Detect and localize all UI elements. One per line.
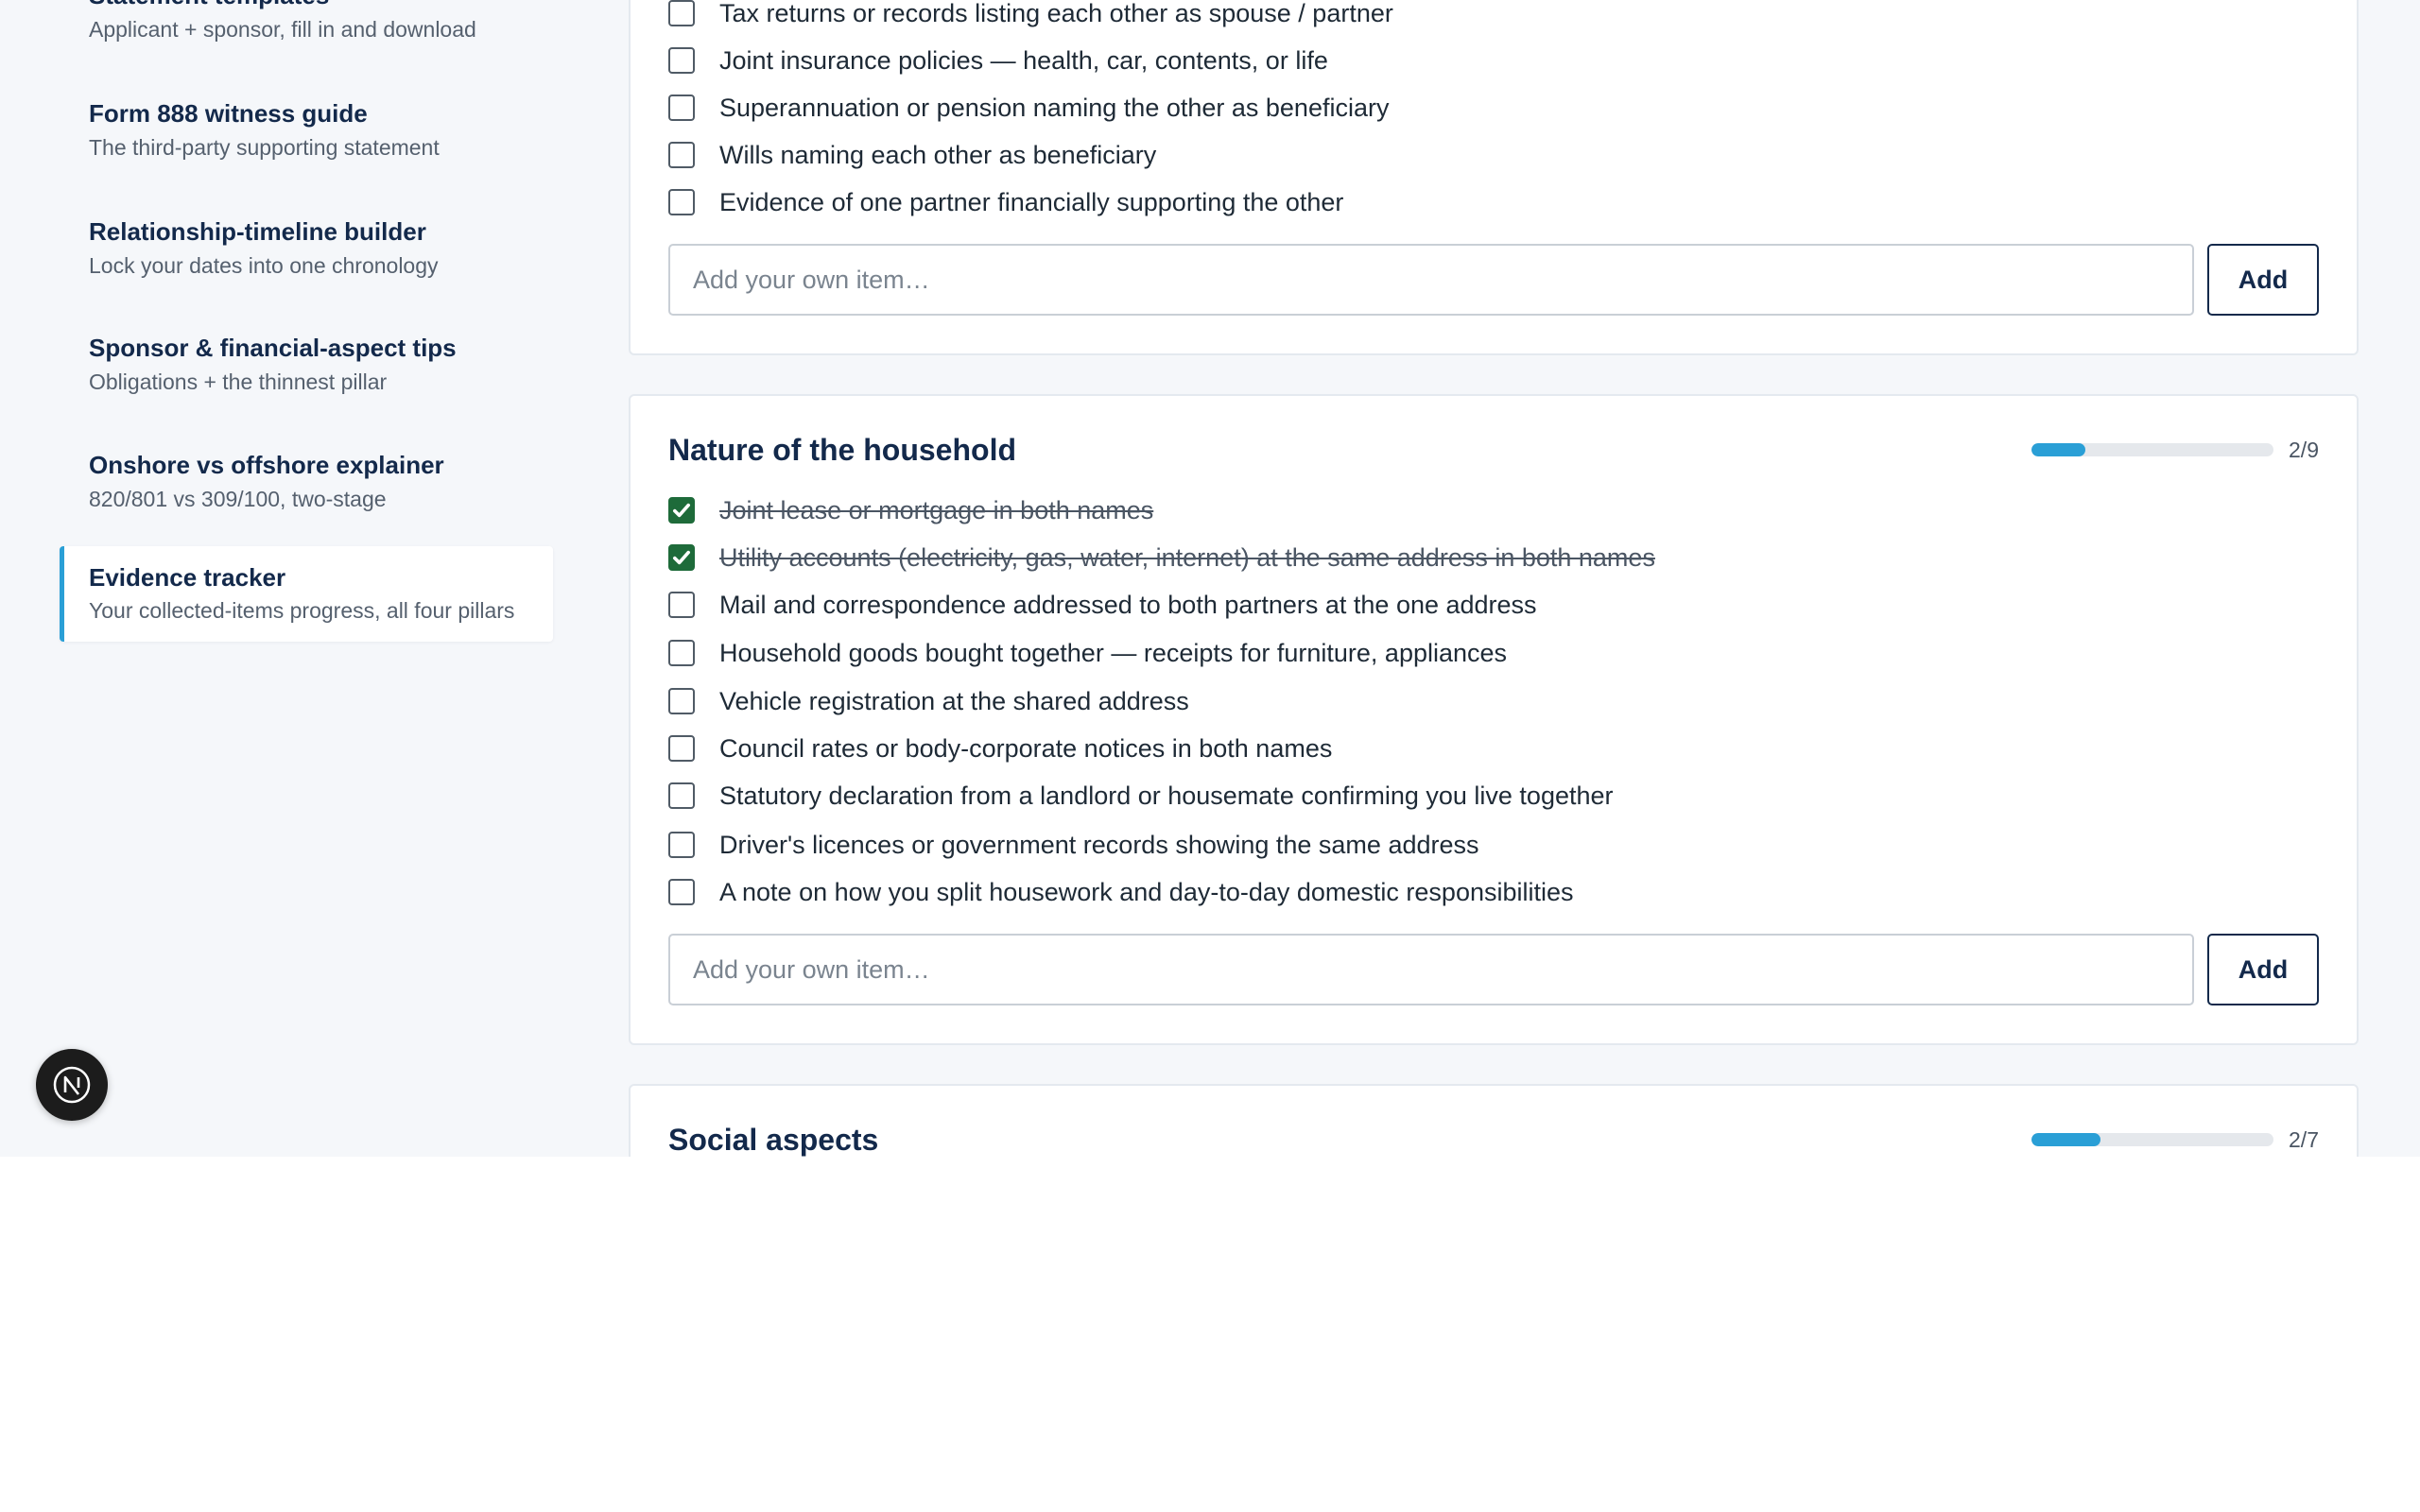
progress-fill (2031, 443, 2085, 456)
evidence-item[interactable]: Evidence of one partner financially supp… (668, 186, 1343, 218)
sidebar-item-title: Relationship-timeline builder (89, 217, 426, 246)
sidebar-item-subtitle: Lock your dates into one chronology (89, 253, 439, 278)
add-item-row: Add (668, 244, 2319, 316)
evidence-item-label: Mail and correspondence addressed to bot… (719, 590, 1537, 619)
evidence-item-label: Tax returns or records listing each othe… (719, 0, 1393, 27)
section-title: Nature of the household (668, 433, 1016, 467)
sidebar-item-subtitle: The third-party supporting statement (89, 135, 440, 160)
sidebar-item-onshore-offshore[interactable]: Onshore vs offshore explainer 820/801 vs… (60, 449, 553, 515)
evidence-item[interactable]: Utility accounts (electricity, gas, wate… (668, 541, 1655, 574)
checkbox[interactable] (668, 592, 695, 618)
progress-track (2031, 1133, 2274, 1146)
page-viewport: Statement templates Applicant + sponsor,… (0, 0, 2420, 1157)
add-item-button[interactable]: Add (2207, 244, 2319, 316)
nextjs-logo-icon (53, 1066, 91, 1104)
evidence-item[interactable]: Tax returns or records listing each othe… (668, 0, 1393, 29)
evidence-item[interactable]: Wills naming each other as beneficiary (668, 139, 1156, 171)
sidebar-item-subtitle: Applicant + sponsor, fill in and downloa… (89, 17, 476, 42)
evidence-item-label: Wills naming each other as beneficiary (719, 140, 1157, 169)
section-title: Social aspects (668, 1123, 879, 1157)
evidence-item-label: Superannuation or pension naming the oth… (719, 93, 1390, 122)
sidebar-item-sponsor-tips[interactable]: Sponsor & financial-aspect tips Obligati… (60, 332, 553, 398)
sidebar-item-title: Statement templates (89, 0, 553, 11)
checkbox[interactable] (668, 189, 695, 215)
evidence-item-label: Council rates or body-corporate notices … (719, 733, 1333, 763)
checkbox[interactable] (668, 142, 695, 168)
sidebar-item-subtitle: Obligations + the thinnest pillar (89, 369, 388, 394)
evidence-item-label: Driver's licences or government records … (719, 830, 1479, 859)
evidence-item[interactable]: Statutory declaration from a landlord or… (668, 780, 1614, 812)
section-progress: 2/9 (2031, 434, 2319, 466)
checkbox[interactable] (668, 735, 695, 762)
section-progress: 2/7 (2031, 1124, 2319, 1156)
add-item-row: Add (668, 934, 2319, 1005)
checkbox[interactable] (668, 497, 695, 524)
evidence-item[interactable]: Driver's licences or government records … (668, 829, 1479, 861)
evidence-item-label: Household goods bought together — receip… (719, 638, 1508, 667)
add-item-button[interactable]: Add (2207, 934, 2319, 1005)
evidence-item[interactable]: Vehicle registration at the shared addre… (668, 685, 1189, 717)
evidence-item[interactable]: Joint lease or mortgage in both names (668, 494, 1153, 526)
household-section-card: Nature of the household 2/9 Add Joint le… (629, 394, 2359, 1045)
checkmark-icon (673, 550, 690, 565)
sidebar-item-evidence-tracker[interactable]: Evidence tracker Your collected-items pr… (60, 546, 553, 642)
evidence-item[interactable]: Mail and correspondence addressed to bot… (668, 589, 1537, 621)
checkbox[interactable] (668, 0, 695, 26)
evidence-item-label: Evidence of one partner financially supp… (719, 187, 1344, 216)
financial-section-card: Tax returns or records listing each othe… (629, 0, 2359, 355)
evidence-item[interactable]: A note on how you split housework and da… (668, 876, 1574, 908)
sidebar-item-subtitle: Your collected-items progress, all four … (89, 598, 515, 623)
checkbox[interactable] (668, 782, 695, 809)
evidence-item-label: Joint insurance policies — health, car, … (719, 45, 1328, 75)
checkbox[interactable] (668, 879, 695, 905)
sidebar-item-title: Onshore vs offshore explainer (89, 451, 444, 479)
add-item-input[interactable] (668, 934, 2194, 1005)
evidence-item[interactable]: Joint insurance policies — health, car, … (668, 44, 1328, 77)
evidence-item[interactable]: Council rates or body-corporate notices … (668, 732, 1332, 765)
evidence-item-label: Statutory declaration from a landlord or… (719, 781, 1614, 810)
progress-count: 2/7 (2289, 1126, 2319, 1152)
sidebar-item-title: Sponsor & financial-aspect tips (89, 334, 457, 362)
sidebar-item-timeline-builder[interactable]: Relationship-timeline builder Lock your … (60, 215, 553, 282)
social-section-card: Social aspects 2/7 (629, 1084, 2359, 1157)
sidebar-item-form-888-guide[interactable]: Form 888 witness guide The third-party s… (60, 97, 553, 163)
sidebar-item-subtitle: 820/801 vs 309/100, two-stage (89, 487, 387, 511)
sidebar-item-statement-templates[interactable]: Statement templates Applicant + sponsor,… (60, 0, 553, 45)
progress-fill (2031, 1133, 2101, 1146)
checkbox[interactable] (668, 640, 695, 666)
checkbox[interactable] (668, 94, 695, 121)
checkbox[interactable] (668, 544, 695, 571)
sidebar-item-title: Form 888 witness guide (89, 99, 368, 128)
sidebar-item-title: Evidence tracker (89, 563, 286, 592)
evidence-item-label: Joint lease or mortgage in both names (719, 495, 1154, 524)
checkbox[interactable] (668, 832, 695, 858)
evidence-item-label: Utility accounts (electricity, gas, wate… (719, 542, 1655, 572)
evidence-item-label: A note on how you split housework and da… (719, 877, 1574, 906)
checkbox[interactable] (668, 47, 695, 74)
evidence-item-label: Vehicle registration at the shared addre… (719, 686, 1189, 715)
add-item-input[interactable] (668, 244, 2194, 316)
evidence-item[interactable]: Superannuation or pension naming the oth… (668, 92, 1389, 124)
evidence-item[interactable]: Household goods bought together — receip… (668, 637, 1507, 669)
progress-track (2031, 443, 2274, 456)
nextjs-badge-button[interactable] (36, 1049, 108, 1121)
checkmark-icon (673, 503, 690, 518)
progress-count: 2/9 (2289, 437, 2319, 462)
checkbox[interactable] (668, 688, 695, 714)
